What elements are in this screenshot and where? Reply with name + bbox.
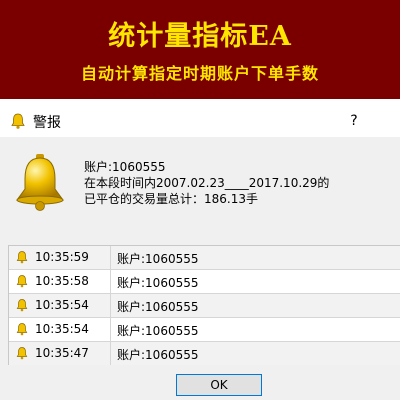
bell-icon bbox=[16, 299, 28, 312]
alert-message: 账户:1060555 在本段时间内2007.02.23____2017.10.2… bbox=[84, 159, 329, 207]
time-cell: 10:35:54 bbox=[9, 318, 111, 341]
alert-text: 账户:1060555 bbox=[117, 252, 199, 266]
list-item[interactable]: 10:35:54 账户:1060555 bbox=[9, 294, 400, 318]
bell-icon bbox=[16, 154, 64, 211]
alert-time: 10:35:54 bbox=[35, 322, 89, 336]
alert-time: 10:35:47 bbox=[35, 346, 89, 360]
list-item[interactable]: 10:35:58 账户:1060555 bbox=[9, 270, 400, 294]
banner-subtitle: 自动计算指定时期账户下单手数 bbox=[80, 64, 319, 83]
alert-dialog-body: 账户:1060555 在本段时间内2007.02.23____2017.10.2… bbox=[0, 137, 400, 400]
bell-icon bbox=[11, 113, 25, 129]
bell-icon bbox=[16, 275, 28, 288]
dialog-footer: OK bbox=[0, 365, 400, 400]
alert-time: 10:35:58 bbox=[35, 274, 89, 288]
promo-banner: 统计量指标EA 自动计算指定时期账户下单手数 bbox=[0, 0, 400, 99]
time-cell: 10:35:54 bbox=[9, 294, 111, 317]
message-line: 在本段时间内2007.02.23____2017.10.29的 bbox=[84, 176, 330, 190]
time-cell: 10:35:47 bbox=[9, 342, 111, 365]
alert-text: 账户:1060555 bbox=[117, 276, 199, 290]
message-line: 账户:1060555 bbox=[84, 160, 166, 174]
alert-history-list[interactable]: 10:35:59 账户:1060555 10:35:58 账户:1060555 … bbox=[8, 245, 400, 366]
alert-text: 账户:1060555 bbox=[117, 348, 199, 362]
list-item[interactable]: 10:35:59 账户:1060555 bbox=[9, 246, 400, 270]
bell-icon bbox=[16, 323, 28, 336]
message-line: 已平仓的交易量总计：186.13手 bbox=[84, 192, 258, 206]
time-cell: 10:35:59 bbox=[9, 246, 111, 269]
bell-icon bbox=[16, 347, 28, 360]
alert-time: 10:35:54 bbox=[35, 298, 89, 312]
ok-button[interactable]: OK bbox=[176, 374, 262, 396]
list-item[interactable]: 10:35:47 账户:1060555 bbox=[9, 342, 400, 366]
time-cell: 10:35:58 bbox=[9, 270, 111, 293]
help-button[interactable]: ? bbox=[345, 110, 363, 132]
alert-text: 账户:1060555 bbox=[117, 300, 199, 314]
bell-icon bbox=[16, 251, 28, 264]
dialog-titlebar: 警报 ? bbox=[0, 105, 400, 137]
list-item[interactable]: 10:35:54 账户:1060555 bbox=[9, 318, 400, 342]
alert-text: 账户:1060555 bbox=[117, 324, 199, 338]
banner-title: 统计量指标EA bbox=[108, 21, 292, 52]
dialog-title: 警报 bbox=[33, 115, 61, 131]
alert-time: 10:35:59 bbox=[35, 250, 89, 264]
